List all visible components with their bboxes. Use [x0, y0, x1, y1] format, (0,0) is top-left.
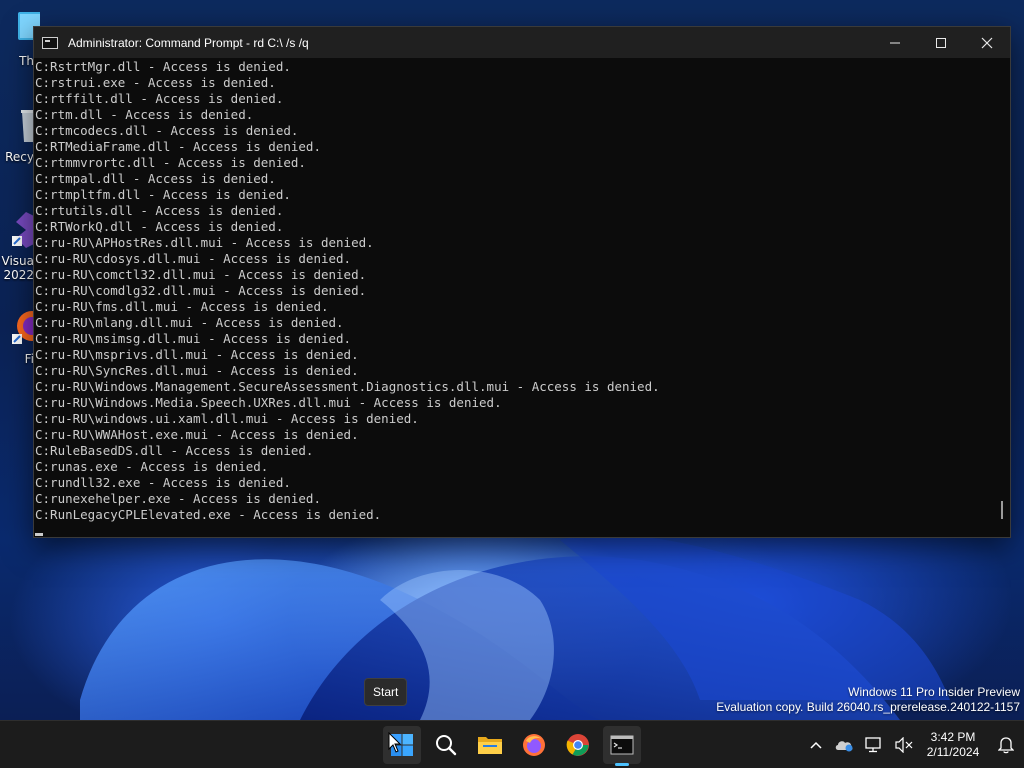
- volume-muted-icon: [895, 737, 913, 753]
- watermark-line-2: Evaluation copy. Build 26040.rs_prerelea…: [716, 700, 1020, 714]
- taskbar: 3:42 PM 2/11/2024: [0, 720, 1024, 768]
- chrome-icon: [566, 734, 589, 756]
- command-prompt-taskbar-button[interactable]: [600, 721, 644, 768]
- console-line: C:ru-RU\APHostRes.dll.mui - Access is de…: [35, 235, 374, 250]
- close-button[interactable]: [964, 27, 1010, 58]
- console-line: C:ru-RU\comdlg32.dll.mui - Access is den…: [35, 283, 367, 298]
- show-hidden-icons-button[interactable]: [802, 721, 830, 768]
- command-prompt-icon: [42, 36, 58, 49]
- console-line: C:rtmpltfm.dll - Access is denied.: [35, 187, 291, 202]
- watermark-line-1: Windows 11 Pro Insider Preview: [848, 685, 1020, 699]
- console-line: C:ru-RU\fms.dll.mui - Access is denied.: [35, 299, 329, 314]
- console-line: C:rtutils.dll - Access is denied.: [35, 203, 284, 218]
- console-line: C:ru-RU\msprivs.dll.mui - Access is deni…: [35, 347, 359, 362]
- maximize-icon: [936, 37, 946, 48]
- firefox-icon: [523, 734, 545, 756]
- console-line: C:ru-RU\cdosys.dll.mui - Access is denie…: [35, 251, 352, 266]
- console-line: C:ru-RU\Windows.Management.SecureAssessm…: [35, 379, 660, 394]
- start-button[interactable]: [380, 721, 424, 768]
- console-line: C:ru-RU\comctl32.dll.mui - Access is den…: [35, 267, 367, 282]
- taskbar-apps: [380, 721, 644, 768]
- start-tooltip: Start: [364, 678, 408, 706]
- volume-button[interactable]: [890, 721, 918, 768]
- console-line: C:rtm.dll - Access is denied.: [35, 107, 254, 122]
- console-line: C:ru-RU\mlang.dll.mui - Access is denied…: [35, 315, 344, 330]
- console-line: C:rtmmvrortc.dll - Access is denied.: [35, 155, 306, 170]
- notifications-icon: [998, 737, 1014, 754]
- evaluation-watermark: Windows 11 Pro Insider Preview Evaluatio…: [716, 685, 1020, 715]
- console-line: C:rtmpal.dll - Access is denied.: [35, 171, 276, 186]
- clock-date: 2/11/2024: [926, 745, 980, 759]
- console-line: C:ru-RU\SyncRes.dll.mui - Access is deni…: [35, 363, 359, 378]
- scrollbar-thumb[interactable]: [1001, 501, 1003, 519]
- search-button[interactable]: [424, 721, 468, 768]
- onedrive-icon: [835, 741, 853, 752]
- mouse-pointer-icon: [388, 732, 402, 753]
- console-line: C:RTMediaFrame.dll - Access is denied.: [35, 139, 321, 154]
- file-explorer-button[interactable]: [468, 721, 512, 768]
- console-line: C:ru-RU\windows.ui.xaml.dll.mui - Access…: [35, 411, 419, 426]
- title-bar[interactable]: Administrator: Command Prompt - rd C:\ /…: [34, 27, 1010, 58]
- notifications-button[interactable]: [988, 721, 1024, 768]
- console-line: C:ru-RU\WWAHost.exe.mui - Access is deni…: [35, 427, 359, 442]
- window-controls: [872, 27, 1010, 58]
- minimize-button[interactable]: [872, 27, 918, 58]
- window-title: Administrator: Command Prompt - rd C:\ /…: [68, 35, 309, 50]
- firefox-taskbar-button[interactable]: [512, 721, 556, 768]
- network-button[interactable]: [858, 721, 890, 768]
- console-line: C:RuleBasedDS.dll - Access is denied.: [35, 443, 314, 458]
- file-explorer-icon: [478, 737, 502, 754]
- console-line: C:ru-RU\Windows.Media.Speech.UXRes.dll.m…: [35, 395, 502, 410]
- console-line: C:rundll32.exe - Access is denied.: [35, 475, 291, 490]
- text-cursor: [35, 533, 43, 536]
- command-prompt-window[interactable]: Administrator: Command Prompt - rd C:\ /…: [33, 26, 1011, 538]
- terminal-icon: [610, 735, 634, 755]
- search-icon: [436, 735, 457, 756]
- console-output[interactable]: C:RstrtMgr.dll - Access is denied. C:rstr…: [34, 59, 1000, 537]
- console-line: C:RstrtMgr.dll - Access is denied.: [35, 59, 291, 74]
- console-line: C:RTWorkQ.dll - Access is denied.: [35, 219, 284, 234]
- close-icon: [981, 37, 993, 48]
- chrome-taskbar-button[interactable]: [556, 721, 600, 768]
- network-icon: [865, 737, 881, 753]
- console-line: C:rtffilt.dll - Access is denied.: [35, 91, 284, 106]
- console-line: C:rstrui.exe - Access is denied.: [35, 75, 276, 90]
- system-tray: 3:42 PM 2/11/2024: [802, 721, 1024, 768]
- console-line: C:RunLegacyCPLElevated.exe - Access is d…: [35, 507, 382, 522]
- chevron-up-icon: [810, 741, 822, 749]
- maximize-button[interactable]: [918, 27, 964, 58]
- console-line: C:runas.exe - Access is denied.: [35, 459, 269, 474]
- console-line: C:runexehelper.exe - Access is denied.: [35, 491, 321, 506]
- minimize-icon: [890, 42, 900, 43]
- console-line: C:ru-RU\msimsg.dll.mui - Access is denie…: [35, 331, 352, 346]
- clock[interactable]: 3:42 PM 2/11/2024: [918, 730, 988, 760]
- clock-time: 3:42 PM: [930, 730, 976, 744]
- console-line: C:rtmcodecs.dll - Access is denied.: [35, 123, 299, 138]
- onedrive-button[interactable]: [830, 721, 858, 768]
